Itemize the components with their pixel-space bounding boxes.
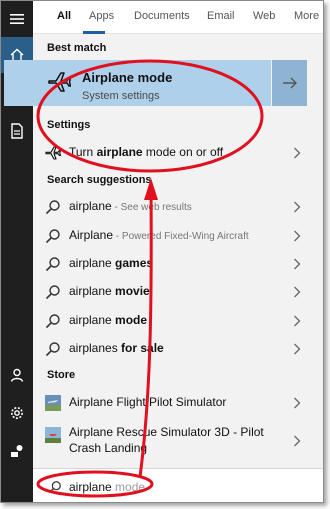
store-item[interactable]: Airplane Rescue Simulator 3D - Pilot Cra… — [33, 421, 323, 461]
app-thumbnail-icon — [45, 427, 61, 443]
tab-documents[interactable]: Documents — [134, 10, 190, 22]
chevron-right-icon — [294, 343, 301, 355]
best-match-subtitle: System settings — [82, 90, 160, 102]
tab-all[interactable]: All — [57, 10, 71, 22]
suggestion-item[interactable]: Airplane - Powered Fixed-Wing Aircraft — [33, 222, 323, 250]
chevron-right-icon — [294, 435, 301, 447]
settings-item-suffix: mode on or off — [142, 145, 224, 159]
suggestion-item[interactable]: airplane games — [33, 250, 323, 278]
suggestion-detail: - See web results — [111, 202, 192, 213]
section-settings: Settings — [47, 119, 91, 131]
store-item-title-line2: Crash Landing — [69, 441, 148, 455]
tab-web[interactable]: Web — [253, 10, 275, 22]
chevron-right-icon — [294, 315, 301, 327]
chevron-right-icon — [294, 258, 301, 270]
chevron-right-icon — [294, 230, 301, 242]
app-thumbnail-icon — [45, 395, 61, 411]
settings-item-prefix: Turn — [69, 145, 97, 159]
settings-item-bold: airplane — [96, 145, 143, 159]
airplane-icon — [45, 146, 61, 160]
suggestion-main: airplane — [69, 199, 112, 213]
hamburger-menu-button[interactable] — [1, 1, 33, 37]
arrow-right-icon — [282, 77, 297, 89]
feedback-icon — [11, 445, 23, 457]
suggestion-bold: movie — [115, 284, 150, 298]
suggestion-main: Airplane — [69, 228, 114, 242]
open-best-match-button[interactable] — [272, 60, 307, 106]
search-typed-text: airplane — [69, 480, 112, 494]
suggestion-bold: games — [115, 256, 154, 270]
account-button[interactable] — [1, 357, 33, 393]
document-icon — [11, 123, 23, 139]
suggestion-bold: mode — [115, 313, 148, 327]
settings-button[interactable] — [1, 395, 33, 431]
section-best-match: Best match — [47, 42, 107, 54]
feedback-button[interactable] — [1, 433, 33, 469]
search-input[interactable]: airplane mode — [69, 480, 145, 494]
best-match-title: Airplane mode — [82, 70, 173, 85]
search-icon — [48, 481, 61, 494]
search-icon — [45, 257, 60, 272]
documents-button[interactable] — [1, 113, 33, 149]
search-autocomplete-ghost: mode — [111, 480, 146, 494]
search-icon — [45, 229, 60, 244]
hamburger-icon — [10, 14, 24, 24]
search-icon — [45, 314, 60, 329]
section-search-suggestions: Search suggestions — [47, 174, 152, 186]
suggestion-item[interactable]: airplanes for sale — [33, 335, 323, 363]
suggestion-item[interactable]: airplane mode — [33, 307, 323, 335]
suggestion-detail: - Powered Fixed-Wing Aircraft — [113, 231, 249, 242]
tab-email[interactable]: Email — [207, 10, 235, 22]
search-icon — [45, 285, 60, 300]
chevron-right-icon — [294, 397, 301, 409]
tab-apps[interactable]: Apps — [89, 10, 114, 22]
chevron-right-icon — [294, 147, 301, 159]
store-item[interactable]: Airplane Flight Pilot Simulator — [33, 389, 323, 417]
suggestion-main: airplane — [69, 313, 116, 327]
section-store: Store — [47, 369, 76, 381]
search-icon — [45, 200, 60, 215]
user-icon — [10, 368, 24, 382]
suggestion-bold: for sale — [121, 341, 164, 355]
suggestion-main: airplanes — [69, 341, 122, 355]
suggestion-item[interactable]: airplane - See web results — [33, 193, 323, 221]
chevron-right-icon — [294, 286, 301, 298]
store-item-title: Airplane Rescue Simulator 3D - Pilot — [69, 425, 264, 439]
start-search-panel: All Apps Documents Email Web More Best m… — [0, 0, 324, 503]
chevron-right-icon — [294, 201, 301, 213]
filter-tabs: All Apps Documents Email Web More — [33, 1, 323, 34]
tab-more[interactable]: More — [294, 10, 319, 22]
suggestion-main: airplane — [69, 284, 116, 298]
suggestion-item[interactable]: airplane movie — [33, 278, 323, 306]
store-item-title: Airplane Flight Pilot Simulator — [69, 395, 227, 409]
search-icon — [45, 342, 60, 357]
airplane-icon — [48, 72, 71, 92]
suggestion-main: airplane — [69, 256, 116, 270]
active-tab-indicator — [83, 31, 105, 34]
settings-item-airplane-mode[interactable]: Turn airplane mode on or off — [33, 139, 323, 167]
gear-icon — [11, 407, 23, 419]
